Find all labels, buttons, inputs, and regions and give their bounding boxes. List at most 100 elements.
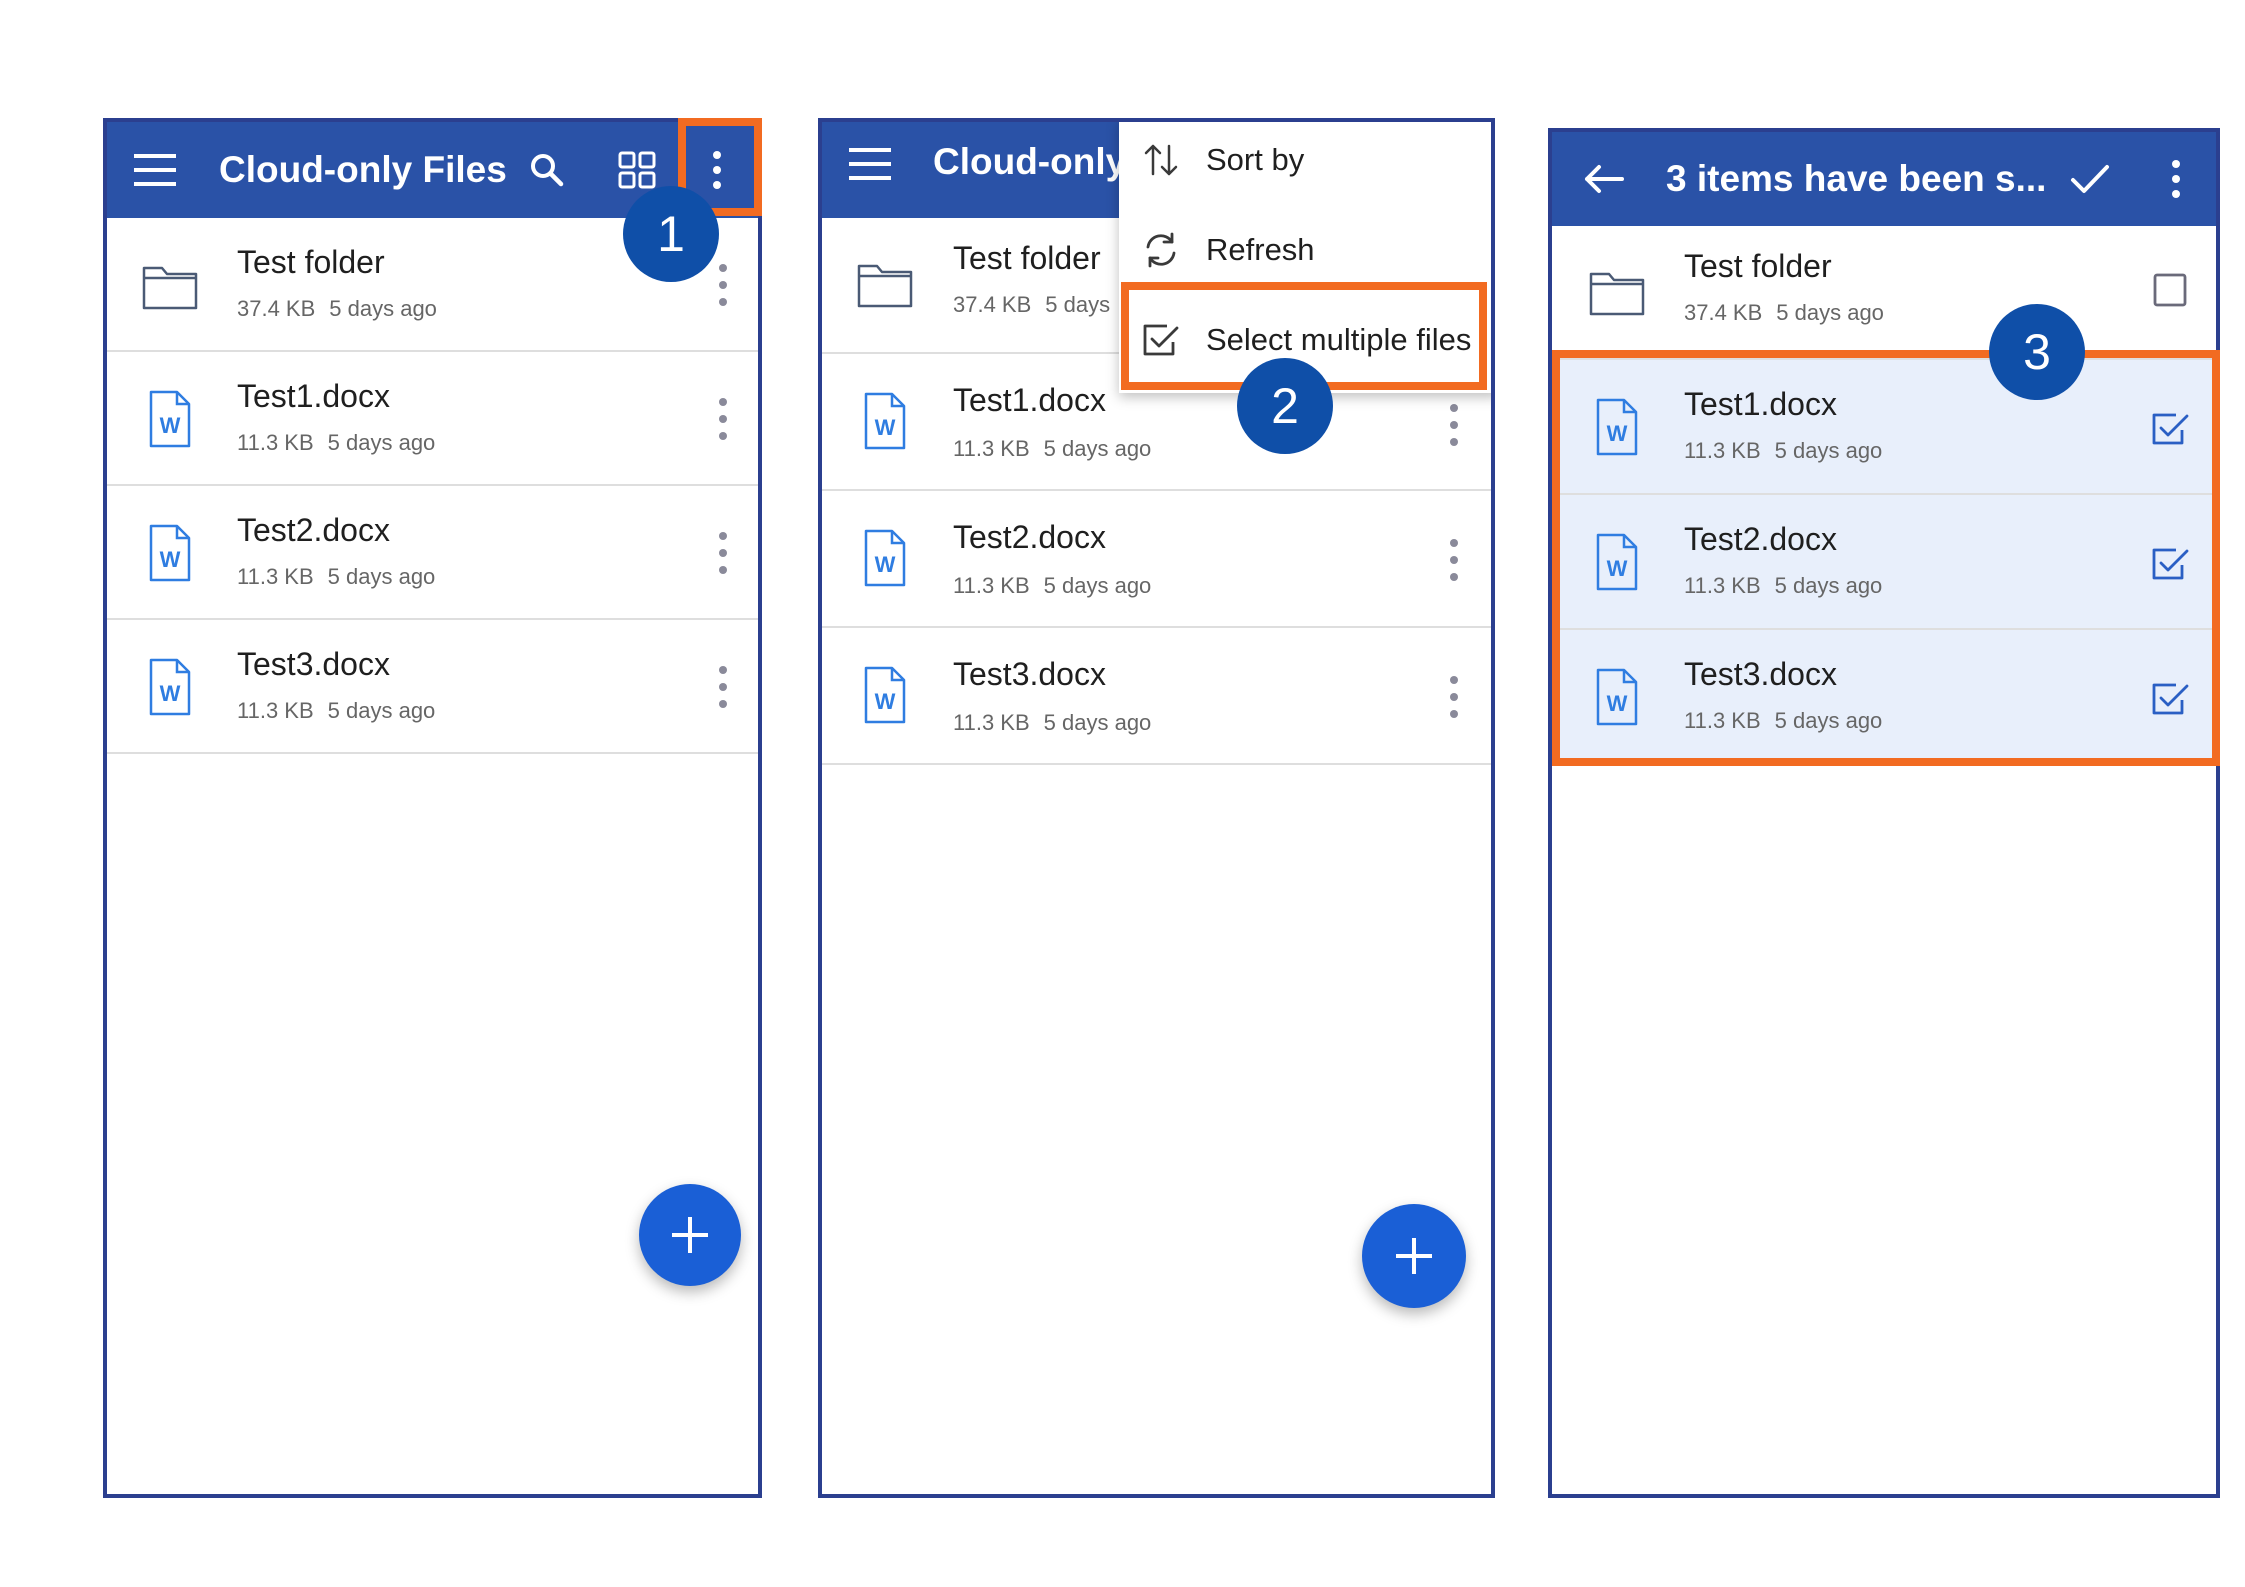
step-badge-2: 2 bbox=[1237, 358, 1333, 454]
menu-item-label: Select multiple files bbox=[1206, 322, 1472, 357]
step-badge-3: 3 bbox=[1989, 304, 2085, 400]
file-size: 11.3 KB bbox=[953, 436, 1030, 461]
list-item[interactable]: W Test2.docx 11.3 KB 5 days ago bbox=[107, 486, 758, 620]
phone-screen-3: 3 items have been s... Test folder 37.4 … bbox=[1548, 128, 2220, 1498]
file-name: Test folder bbox=[1684, 248, 1832, 284]
file-date: 5 days ago bbox=[327, 564, 436, 589]
plus-icon bbox=[672, 1217, 708, 1253]
folder-icon bbox=[857, 264, 913, 308]
file-date: 5 days ago bbox=[327, 698, 436, 723]
file-name: Test folder bbox=[237, 244, 385, 280]
file-size: 37.4 KB bbox=[1684, 300, 1763, 325]
phone-screen-2: Cloud-only Test folder 37.4 KB 5 days W T… bbox=[818, 118, 1495, 1498]
file-size: 37.4 KB bbox=[953, 292, 1032, 317]
list-item-selected[interactable]: W Test3.docx 11.3 KB 5 days ago bbox=[1552, 630, 2216, 765]
svg-text:W: W bbox=[1607, 556, 1628, 581]
refresh-icon bbox=[1146, 232, 1176, 268]
overflow-menu: Sort by Refresh Select multiple files bbox=[1119, 122, 1491, 393]
word-doc-icon: W bbox=[1596, 533, 1638, 591]
list-item-selected[interactable]: W Test2.docx 11.3 KB 5 days ago bbox=[1552, 495, 2216, 630]
more-vert-icon[interactable] bbox=[707, 146, 727, 194]
checkbox-checked-icon[interactable] bbox=[2150, 678, 2190, 718]
file-size: 37.4 KB bbox=[237, 296, 316, 321]
file-size: 11.3 KB bbox=[1684, 708, 1761, 733]
checkbox-unchecked-icon[interactable] bbox=[2150, 270, 2190, 310]
file-size: 11.3 KB bbox=[237, 430, 314, 455]
file-date: 5 days bbox=[1045, 292, 1111, 317]
more-vert-icon[interactable] bbox=[716, 262, 730, 308]
svg-text:W: W bbox=[1607, 691, 1628, 716]
file-size: 11.3 KB bbox=[953, 573, 1030, 598]
checkbox-checked-icon[interactable] bbox=[2150, 408, 2190, 448]
file-date: 5 days ago bbox=[1776, 300, 1884, 325]
word-doc-icon: W bbox=[1596, 398, 1638, 456]
checkbox-checked-icon[interactable] bbox=[2150, 543, 2190, 583]
more-vert-icon[interactable] bbox=[1447, 537, 1461, 583]
menu-item-label: Refresh bbox=[1206, 232, 1315, 267]
file-date: 5 days ago bbox=[329, 296, 437, 321]
file-meta: 11.3 KB 5 days ago bbox=[237, 430, 449, 456]
file-name: Test2.docx bbox=[237, 512, 390, 548]
selection-title: 3 items have been s... bbox=[1666, 158, 2047, 199]
search-icon[interactable] bbox=[527, 150, 567, 190]
more-vert-icon[interactable] bbox=[716, 530, 730, 576]
add-button[interactable] bbox=[639, 1184, 741, 1286]
more-vert-icon[interactable] bbox=[2166, 155, 2186, 203]
word-doc-icon: W bbox=[149, 524, 191, 582]
word-doc-icon: W bbox=[864, 392, 906, 450]
check-icon[interactable] bbox=[2068, 157, 2112, 201]
file-name: Test2.docx bbox=[1684, 521, 1837, 557]
file-name: Test folder bbox=[953, 240, 1101, 276]
svg-text:W: W bbox=[1607, 421, 1628, 446]
list-item[interactable]: W Test2.docx 11.3 KB 5 days ago bbox=[822, 491, 1491, 628]
folder-icon bbox=[142, 266, 198, 310]
list-item[interactable]: W Test3.docx 11.3 KB 5 days ago bbox=[107, 620, 758, 754]
word-doc-icon: W bbox=[1596, 668, 1638, 726]
file-date: 5 days ago bbox=[1043, 436, 1152, 461]
file-meta: 11.3 KB 5 days ago bbox=[237, 698, 449, 724]
file-date: 5 days ago bbox=[1774, 438, 1883, 463]
more-vert-icon[interactable] bbox=[1447, 674, 1461, 720]
file-name: Test1.docx bbox=[237, 378, 390, 414]
more-vert-icon[interactable] bbox=[1447, 402, 1461, 448]
file-name: Test1.docx bbox=[1684, 386, 1837, 422]
file-date: 5 days ago bbox=[327, 430, 436, 455]
add-button[interactable] bbox=[1362, 1204, 1466, 1308]
file-meta: 11.3 KB 5 days ago bbox=[953, 436, 1165, 462]
more-vert-icon[interactable] bbox=[716, 664, 730, 710]
word-doc-icon: W bbox=[864, 529, 906, 587]
word-doc-icon: W bbox=[149, 390, 191, 448]
menu-item-sort-by[interactable]: Sort by bbox=[1119, 122, 1491, 200]
file-date: 5 days ago bbox=[1043, 710, 1152, 735]
menu-icon[interactable] bbox=[133, 148, 177, 192]
back-arrow-icon[interactable] bbox=[1582, 157, 1626, 201]
file-name: Test3.docx bbox=[1684, 656, 1837, 692]
svg-text:W: W bbox=[160, 547, 181, 572]
file-name: Test2.docx bbox=[953, 519, 1106, 555]
file-meta: 11.3 KB 5 days ago bbox=[237, 564, 449, 590]
app-bar: 3 items have been s... bbox=[1552, 132, 2216, 226]
word-doc-icon: W bbox=[864, 666, 906, 724]
svg-text:W: W bbox=[875, 415, 896, 440]
more-vert-icon[interactable] bbox=[716, 396, 730, 442]
checkbox-icon bbox=[1143, 324, 1179, 356]
svg-text:W: W bbox=[160, 681, 181, 706]
folder-icon bbox=[1589, 272, 1645, 316]
menu-icon[interactable] bbox=[848, 142, 892, 186]
menu-item-label: Sort by bbox=[1206, 142, 1305, 177]
file-name: Test3.docx bbox=[237, 646, 390, 682]
file-size: 11.3 KB bbox=[237, 698, 314, 723]
sort-icon bbox=[1144, 144, 1178, 176]
list-item[interactable]: Test folder 37.4 KB 5 days ago bbox=[1552, 226, 2216, 360]
file-meta: 11.3 KB 5 days ago bbox=[953, 710, 1165, 736]
list-item[interactable]: W Test1.docx 11.3 KB 5 days ago bbox=[107, 352, 758, 486]
file-meta: 37.4 KB 5 days ago bbox=[237, 296, 451, 322]
file-size: 11.3 KB bbox=[1684, 438, 1761, 463]
list-item-selected[interactable]: W Test1.docx 11.3 KB 5 days ago bbox=[1552, 360, 2216, 495]
grid-view-icon[interactable] bbox=[617, 150, 657, 190]
menu-item-refresh[interactable]: Refresh bbox=[1119, 210, 1491, 290]
file-meta: 37.4 KB 5 days ago bbox=[1684, 300, 1898, 326]
file-name: Test3.docx bbox=[953, 656, 1106, 692]
file-meta: 11.3 KB 5 days ago bbox=[1684, 573, 1896, 599]
list-item[interactable]: W Test3.docx 11.3 KB 5 days ago bbox=[822, 628, 1491, 765]
